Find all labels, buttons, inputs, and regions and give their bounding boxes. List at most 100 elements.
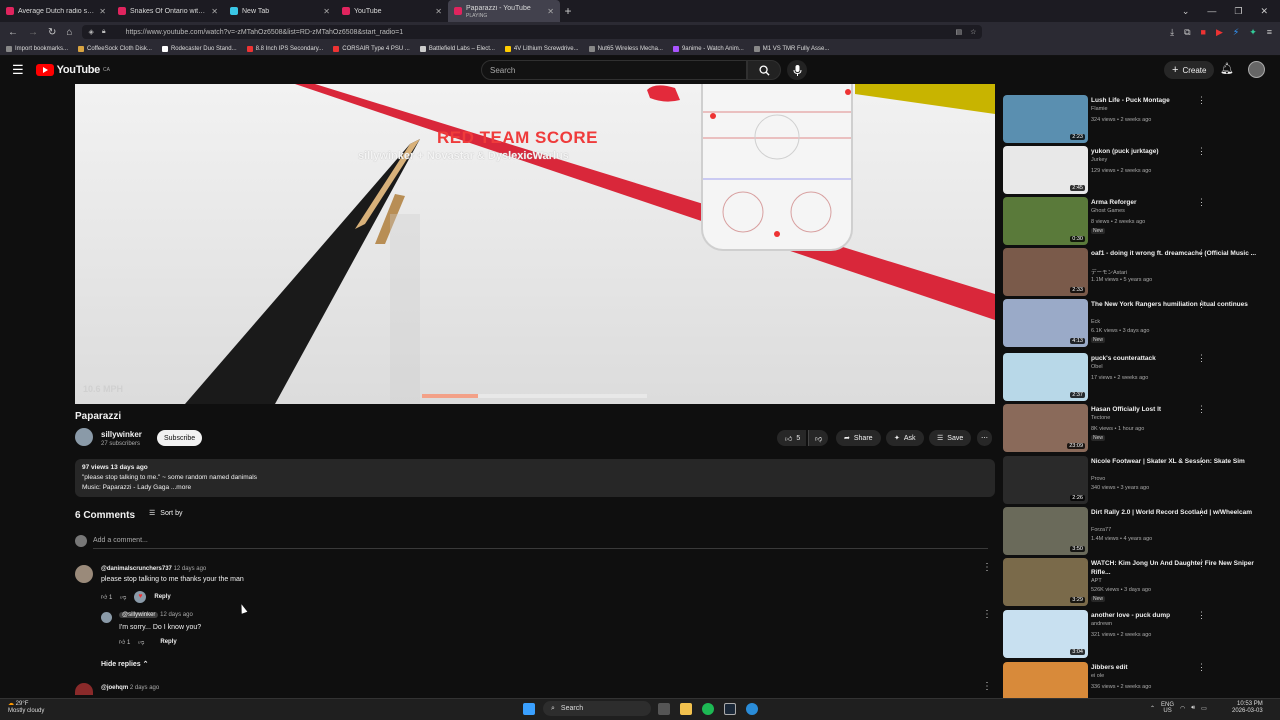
bookmark-item[interactable]: M1 VS TMR Fully Asse...	[753, 45, 829, 52]
sort-by-button[interactable]: ☰ Sort by	[149, 509, 182, 518]
recommendation-channel[interactable]: Jurkey	[1091, 157, 1107, 163]
browser-tab[interactable]: Average Dutch radio station br✕	[0, 0, 112, 22]
extension-red-icon[interactable]: ■	[1201, 27, 1206, 38]
forward-icon[interactable]: →	[28, 27, 38, 38]
recommendation-title[interactable]: Lush Life - Puck Montage	[1091, 96, 1261, 105]
commenter-avatar[interactable]	[75, 565, 93, 583]
recommendation-menu-icon[interactable]: ⋮	[1197, 404, 1206, 415]
windows-start-icon[interactable]	[523, 703, 535, 715]
recommendation-title[interactable]: Arma Reforger	[1091, 198, 1261, 207]
recommendation-menu-icon[interactable]: ⋮	[1197, 662, 1206, 673]
menu-icon[interactable]: ☰	[12, 62, 24, 78]
reply-menu-icon[interactable]: ⋮	[982, 609, 992, 620]
bookmark-item[interactable]: CoffeeSock Cloth Disk...	[78, 45, 152, 52]
video-thumbnail[interactable]: 2:23	[1003, 95, 1088, 143]
video-thumbnail[interactable]: 4:13	[1003, 299, 1088, 347]
more-actions-button[interactable]: ⋯	[977, 430, 992, 446]
spotify-icon[interactable]	[702, 703, 714, 715]
recommendation-title[interactable]: WATCH: Kim Jong Un And Daughter Fire New…	[1091, 559, 1261, 577]
close-tab-icon[interactable]: ✕	[435, 7, 442, 16]
dislike-button[interactable]: 👎︎	[808, 430, 829, 446]
video-thumbnail[interactable]: 2:45	[1003, 146, 1088, 194]
channel-avatar[interactable]	[75, 428, 93, 446]
recommendation-item[interactable]: 3:04 another love - puck dump andrewn 321 v…	[1003, 610, 1268, 658]
video-thumbnail[interactable]: 2:33	[1003, 248, 1088, 296]
voice-search-button[interactable]	[787, 60, 807, 80]
recommendation-channel[interactable]: Flamie	[1091, 106, 1108, 112]
recommendation-menu-icon[interactable]: ⋮	[1197, 197, 1206, 208]
recommendation-title[interactable]: The New York Rangers humiliation ritual …	[1091, 300, 1261, 309]
extension-green-icon[interactable]: ✦	[1249, 27, 1257, 38]
reply-avatar[interactable]	[101, 612, 112, 623]
tab-list-icon[interactable]: ⌄	[1182, 6, 1190, 17]
video-thumbnail[interactable]: 3:04	[1003, 610, 1088, 658]
dislike-comment-icon[interactable]: 👎︎	[120, 593, 126, 601]
commenter-avatar[interactable]	[75, 683, 93, 695]
video-thumbnail[interactable]: 2:37	[1003, 353, 1088, 401]
search-input[interactable]: Search	[481, 60, 747, 80]
recommendation-channel[interactable]: Forza77	[1091, 527, 1111, 533]
recommendation-title[interactable]: Jibbers edit	[1091, 663, 1261, 672]
recommendation-item[interactable]: 2:23 Lush Life - Puck Montage Flamie 324 vi…	[1003, 95, 1268, 143]
recommendation-title[interactable]: Dirt Rally 2.0 | World Record Scotland |…	[1091, 508, 1261, 517]
add-comment-input[interactable]: Add a comment...	[93, 537, 148, 544]
hamburger-menu-icon[interactable]: ≡	[1267, 27, 1272, 38]
like-button[interactable]: 👍︎ 5	[777, 430, 807, 446]
browser-taskbar-icon[interactable]	[746, 703, 758, 715]
bookmark-item[interactable]: 4V Lithium Screwdrive...	[504, 45, 579, 52]
recommendation-item[interactable]: 3:29 WATCH: Kim Jong Un And Daughter Fire…	[1003, 558, 1268, 606]
new-tab-button[interactable]: +	[560, 4, 576, 18]
taskbar-search[interactable]: ⌕ Search	[543, 701, 651, 716]
video-thumbnail[interactable]: 23:09	[1003, 404, 1088, 452]
browser-tab[interactable]: New Tab ✕	[224, 0, 336, 22]
url-text[interactable]: https://www.youtube.com/watch?v=-zMTahOz…	[126, 29, 404, 36]
reply-button[interactable]: Reply	[160, 639, 176, 645]
channel-name[interactable]: sillywinker	[101, 430, 142, 439]
chevron-up-icon[interactable]: ⌃	[1150, 705, 1155, 712]
reader-icon[interactable]: ▤	[956, 28, 963, 36]
recommendation-channel[interactable]: Tectone	[1091, 415, 1110, 421]
weather-widget[interactable]: ☁ 29°F Mostly cloudy	[8, 701, 44, 715]
recommendation-menu-icon[interactable]: ⋮	[1197, 558, 1206, 569]
video-description[interactable]: 97 views 13 days ago "please stop talkin…	[75, 459, 995, 497]
bookmark-item[interactable]: CORSAIR Type 4 PSU ...	[333, 45, 410, 52]
close-tab-icon[interactable]: ✕	[211, 7, 218, 16]
recommendation-channel[interactable]: Obel	[1091, 364, 1103, 370]
wifi-icon[interactable]: ◠	[1180, 705, 1185, 712]
recommendation-menu-icon[interactable]: ⋮	[1197, 507, 1206, 518]
save-button[interactable]: ☰ Save	[929, 430, 972, 446]
maximize-icon[interactable]: ❐	[1234, 6, 1242, 17]
url-bar[interactable]: ◈ 🔒︎ https://www.youtube.com/watch?v=-zM…	[82, 25, 983, 39]
video-player[interactable]: RED TEAM SCORE sillywinker + Novastar & …	[75, 84, 995, 404]
file-explorer-icon[interactable]	[680, 703, 692, 715]
hide-replies-button[interactable]: Hide replies ⌃	[101, 660, 149, 668]
extensions-icon[interactable]: ⧉	[1184, 27, 1190, 38]
language-indicator[interactable]: ENG US	[1161, 702, 1174, 714]
recommendation-title[interactable]: another love - puck dump	[1091, 611, 1261, 620]
reply-button[interactable]: Reply	[154, 594, 170, 600]
subscribe-button[interactable]: Subscribe	[157, 430, 203, 446]
comment-menu-icon[interactable]: ⋮	[982, 681, 992, 692]
recommendation-channel[interactable]: Provo	[1091, 476, 1105, 482]
browser-tab-active[interactable]: Paparazzi - YouTube PLAYING ✕	[448, 0, 560, 22]
browser-tab[interactable]: YouTube ✕	[336, 0, 448, 22]
recommendation-menu-icon[interactable]: ⋮	[1197, 299, 1206, 310]
browser-tab[interactable]: Snakes Of Ontario with Steve t✕	[112, 0, 224, 22]
battery-icon[interactable]: ▭	[1201, 705, 1207, 712]
recommendation-item[interactable]: 3:50 Dirt Rally 2.0 | World Record Scotla…	[1003, 507, 1268, 555]
recommendation-item[interactable]: 2:37 puck's counterattack Obel 17 views • 2…	[1003, 353, 1268, 401]
share-button[interactable]: ➦ Share	[836, 430, 881, 446]
notifications-bell-icon[interactable]: 🔔︎	[1220, 62, 1234, 75]
volume-icon[interactable]: 🔊︎	[1191, 705, 1195, 712]
recommendation-title[interactable]: Hasan Officially Lost It	[1091, 405, 1261, 414]
close-tab-icon[interactable]: ✕	[323, 7, 330, 16]
close-window-icon[interactable]: ✕	[1260, 6, 1268, 17]
recommendation-menu-icon[interactable]: ⋮	[1197, 95, 1206, 106]
close-tab-icon[interactable]: ✕	[547, 7, 554, 16]
extension-yt-icon[interactable]: ▶	[1216, 27, 1223, 38]
bookmark-item[interactable]: 9anime - Watch Anim...	[672, 45, 744, 52]
recommendation-title[interactable]: puck's counterattack	[1091, 354, 1261, 363]
recommendation-channel[interactable]: Eck	[1091, 319, 1100, 325]
ask-button[interactable]: ✦ Ask	[886, 430, 924, 446]
steam-icon[interactable]	[724, 703, 736, 715]
